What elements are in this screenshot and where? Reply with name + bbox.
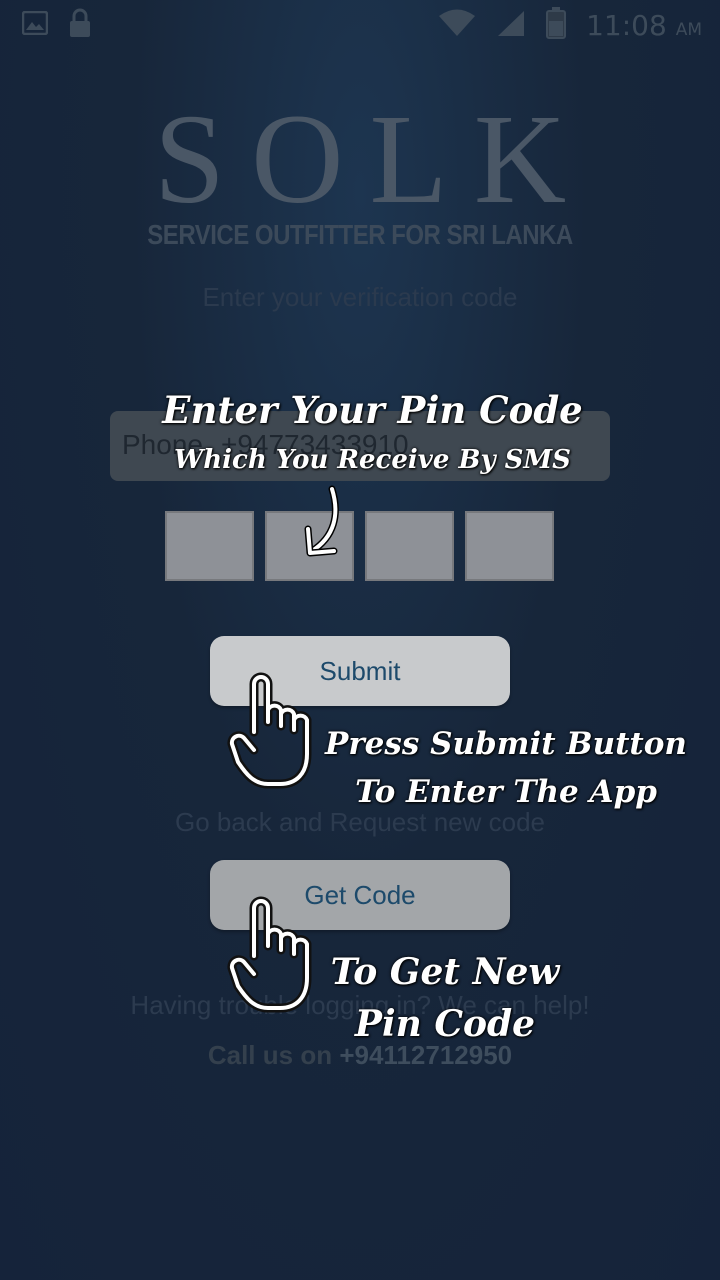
logo-tagline: SERVICE OUTFITTER FOR SRI LANKA (147, 219, 573, 251)
status-time: 11:08 AM (586, 8, 702, 42)
wifi-icon (438, 9, 476, 42)
call-prefix: Call us on (207, 1040, 333, 1070)
signal-icon (496, 9, 526, 42)
status-left (21, 8, 92, 43)
status-right: 11:08 AM (438, 6, 702, 44)
image-notification-icon (21, 10, 49, 40)
overlay-getcode-hint-2: Pin Code (354, 1003, 536, 1045)
hand-pointer-icon (227, 672, 312, 789)
pin-digit-3[interactable] (365, 511, 454, 581)
battery-icon (546, 6, 567, 44)
hand-pointer-icon (227, 896, 312, 1013)
overlay-submit-hint-2: To Enter The App (355, 774, 657, 810)
pin-digit-4[interactable] (465, 511, 554, 581)
verification-heading: Enter your verification code (202, 282, 518, 312)
status-bar: 11:08 AM (0, 0, 720, 50)
arrow-down-icon (304, 485, 339, 557)
pin-input-row (165, 511, 554, 581)
overlay-submit-hint-1: Press Submit Button (325, 726, 687, 762)
pin-digit-1[interactable] (165, 511, 254, 581)
app-logo: SOLK SERVICE OUTFITTER FOR SRI LANKA (0, 88, 720, 251)
logo-word: SOLK (153, 88, 593, 230)
overlay-getcode-hint-1: To Get New (330, 951, 560, 993)
overlay-title: Enter Your Pin Code (162, 388, 583, 432)
overlay-subtitle: Which You Receive By SMS (174, 445, 571, 475)
lock-icon (68, 8, 92, 43)
